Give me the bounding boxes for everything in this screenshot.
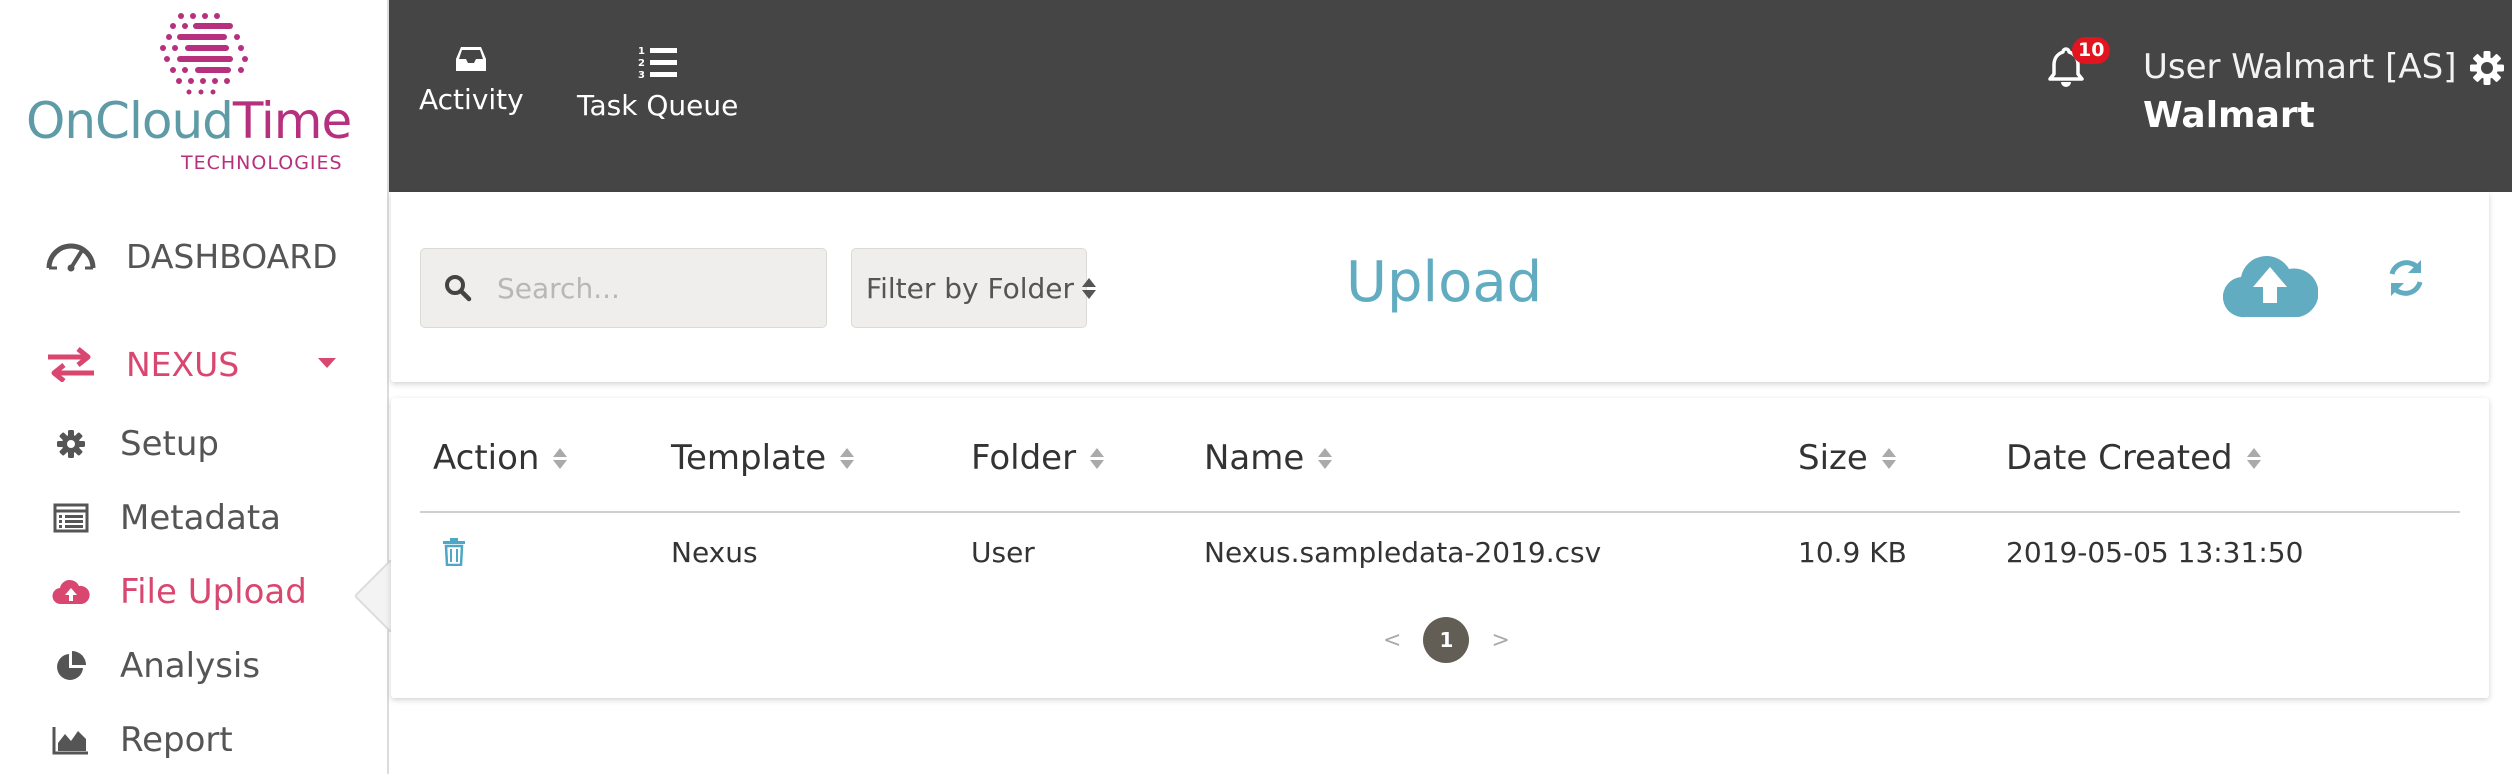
sidebar-item-report[interactable]: Report bbox=[44, 720, 233, 760]
sort-icon bbox=[2246, 447, 2261, 469]
page-title: Upload bbox=[1346, 250, 1543, 315]
cell-template: Nexus bbox=[671, 536, 758, 569]
logo-dots-graphic bbox=[160, 13, 248, 95]
sidebar-item-file-upload[interactable]: File Upload bbox=[44, 572, 307, 612]
svg-text:3: 3 bbox=[638, 70, 645, 79]
pie-chart-icon bbox=[44, 646, 98, 686]
pagination-prev[interactable]: < bbox=[1383, 628, 1401, 653]
column-header-name-label: Name bbox=[1204, 438, 1305, 478]
column-header-date-created-label: Date Created bbox=[2006, 438, 2233, 478]
column-header-name[interactable]: Name bbox=[1204, 438, 1333, 478]
table-row: Nexus User Nexus.sampledata-2019.csv 10.… bbox=[420, 516, 2460, 581]
sidebar-item-analysis[interactable]: Analysis bbox=[44, 646, 260, 686]
column-header-template-label: Template bbox=[671, 438, 827, 478]
cell-folder: User bbox=[971, 536, 1035, 569]
sort-icon bbox=[1090, 447, 1105, 469]
user-name[interactable]: User Walmart [AS] bbox=[2143, 47, 2456, 87]
search-input[interactable] bbox=[497, 271, 797, 305]
sidebar-item-metadata-label: Metadata bbox=[120, 498, 282, 538]
files-table-panel: Action Template Folder Name Size Date Cr… bbox=[391, 398, 2489, 698]
settings-gear-icon[interactable] bbox=[2469, 50, 2505, 86]
active-item-pointer bbox=[355, 560, 391, 632]
inbox-icon bbox=[456, 47, 487, 71]
pagination: < 1 > bbox=[1383, 617, 1510, 663]
column-header-size[interactable]: Size bbox=[1798, 438, 1896, 478]
activity-label: Activity bbox=[419, 83, 524, 116]
sidebar-item-setup-label: Setup bbox=[120, 424, 219, 464]
sort-icon bbox=[553, 447, 568, 469]
column-header-action[interactable]: Action bbox=[433, 438, 568, 478]
folder-filter-label: Filter by Folder bbox=[866, 271, 1075, 305]
column-header-date-created[interactable]: Date Created bbox=[2006, 438, 2261, 478]
sidebar: OnCloudTime TECHNOLOGIES DASHBOARD NEXUS… bbox=[0, 0, 391, 774]
table-header: Action Template Folder Name Size Date Cr… bbox=[420, 438, 2460, 513]
exchange-arrows-icon bbox=[44, 344, 98, 384]
company-name: Walmart bbox=[2143, 95, 2315, 136]
column-header-action-label: Action bbox=[433, 438, 540, 478]
select-arrows-icon bbox=[1082, 277, 1097, 299]
sidebar-item-file-upload-label: File Upload bbox=[120, 572, 307, 612]
cell-size: 10.9 KB bbox=[1798, 536, 1907, 569]
logo-text-part1: OnCloud bbox=[26, 92, 234, 150]
top-bar: Activity 123 Task Queue 10 User Walmart … bbox=[389, 0, 2512, 192]
gear-icon bbox=[44, 424, 98, 464]
logo[interactable]: OnCloudTime TECHNOLOGIES bbox=[26, 10, 366, 174]
svg-text:2: 2 bbox=[638, 58, 645, 69]
notification-count-badge: 10 bbox=[2072, 37, 2111, 64]
gauge-icon bbox=[44, 236, 98, 276]
column-header-folder[interactable]: Folder bbox=[971, 438, 1105, 478]
sidebar-item-metadata[interactable]: Metadata bbox=[44, 498, 281, 538]
logo-text-part2: Time bbox=[232, 92, 352, 150]
logo-subtitle: TECHNOLOGIES bbox=[181, 152, 343, 174]
ordered-list-icon: 123 bbox=[638, 46, 677, 79]
nexus-expand-caret-icon[interactable] bbox=[318, 358, 336, 368]
cloud-upload-button-icon[interactable] bbox=[2223, 247, 2318, 319]
column-header-size-label: Size bbox=[1798, 438, 1868, 478]
sidebar-item-setup[interactable]: Setup bbox=[44, 424, 219, 464]
list-box-icon bbox=[44, 498, 98, 538]
sidebar-item-dashboard-label: DASHBOARD bbox=[126, 236, 338, 276]
task-queue-label: Task Queue bbox=[577, 89, 739, 122]
column-header-folder-label: Folder bbox=[971, 438, 1077, 478]
sort-icon bbox=[1318, 447, 1333, 469]
logo-wordmark: OnCloudTime bbox=[26, 92, 352, 150]
folder-filter-select[interactable]: Filter by Folder bbox=[851, 248, 1097, 328]
cell-date-created: 2019-05-05 13:31:50 bbox=[2006, 536, 2304, 569]
activity-button[interactable]: Activity bbox=[419, 45, 524, 116]
delete-trash-icon[interactable] bbox=[442, 538, 466, 566]
sort-icon bbox=[1881, 447, 1896, 469]
sidebar-item-analysis-label: Analysis bbox=[120, 646, 261, 686]
sidebar-item-nexus[interactable]: NEXUS bbox=[44, 344, 239, 384]
sidebar-item-report-label: Report bbox=[120, 720, 233, 760]
sort-icon bbox=[840, 447, 855, 469]
cloud-upload-icon bbox=[44, 572, 98, 612]
sidebar-item-dashboard[interactable]: DASHBOARD bbox=[44, 236, 338, 276]
search-box[interactable] bbox=[420, 248, 827, 328]
column-header-template[interactable]: Template bbox=[671, 438, 855, 478]
pagination-next[interactable]: > bbox=[1491, 628, 1509, 653]
refresh-icon[interactable] bbox=[2385, 257, 2427, 299]
pagination-page-current[interactable]: 1 bbox=[1423, 617, 1470, 663]
cell-name: Nexus.sampledata-2019.csv bbox=[1204, 536, 1602, 569]
area-chart-icon bbox=[44, 720, 98, 760]
svg-text:1: 1 bbox=[638, 46, 645, 57]
sidebar-item-nexus-label: NEXUS bbox=[126, 344, 240, 384]
upload-panel: Filter by Folder Upload bbox=[391, 192, 2489, 382]
task-queue-button[interactable]: 123 Task Queue bbox=[577, 45, 738, 122]
search-icon bbox=[445, 275, 472, 302]
